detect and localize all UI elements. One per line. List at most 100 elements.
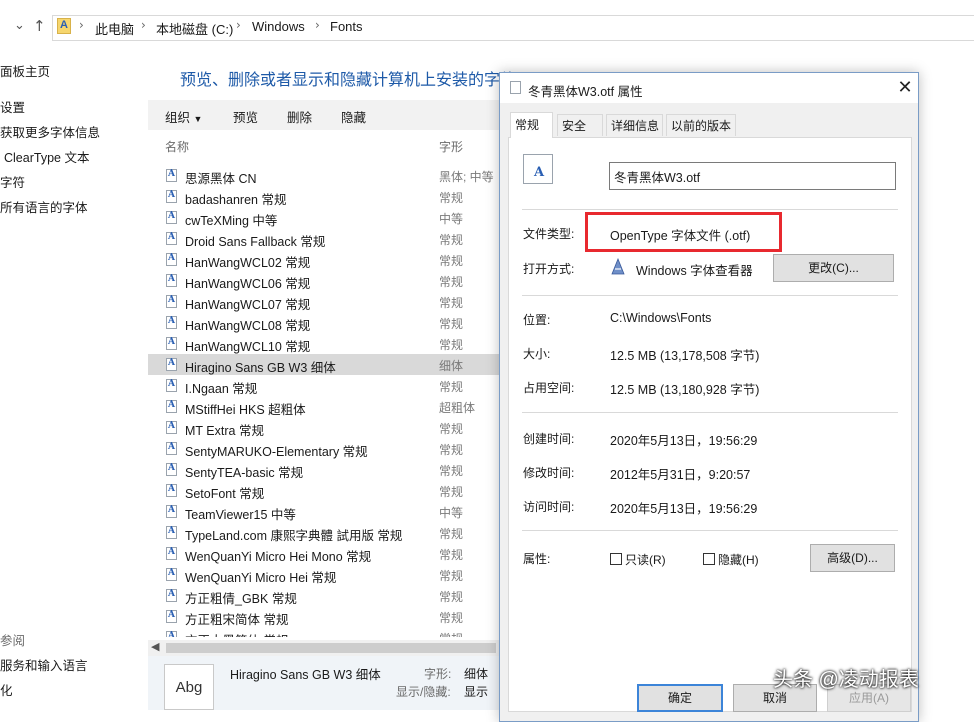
font-list-item[interactable]: WenQuanYi Micro Hei Mono 常规 常规: [160, 543, 500, 564]
font-list-item[interactable]: 方正粗宋简体 常规 常规: [160, 606, 500, 627]
font-list-item[interactable]: SentyTEA-basic 常规 常规: [160, 459, 500, 480]
font-file-icon: [166, 358, 177, 371]
font-name: 方正粗倩_GBK 常规: [185, 592, 297, 606]
font-file-icon: [166, 295, 177, 308]
hidden-checkbox[interactable]: [703, 553, 715, 565]
font-style: 黑体; 中等: [439, 170, 494, 184]
breadcrumb-windows[interactable]: Windows: [252, 19, 305, 34]
font-file-icon: [166, 337, 177, 350]
font-style: 常规: [439, 548, 464, 562]
font-name: Droid Sans Fallback 常规: [185, 235, 326, 249]
page-title: 预览、删除或者显示和隐藏计算机上安装的字体: [180, 72, 517, 89]
font-style: 常规: [439, 464, 464, 478]
font-name: WenQuanYi Micro Hei 常规: [185, 571, 337, 585]
font-name: I.Ngaan 常规: [185, 382, 258, 396]
tab-details[interactable]: 详细信息: [606, 114, 663, 136]
font-file-icon: [166, 232, 177, 245]
font-list-item[interactable]: HanWangWCL07 常规 常规: [160, 291, 500, 312]
font-list-item[interactable]: TeamViewer15 中等 中等: [160, 501, 500, 522]
font-list-item[interactable]: badashanren 常规 常规: [160, 186, 500, 207]
up-arrow-icon[interactable]: ↑: [33, 17, 46, 35]
font-name: 方正大黑简体 常规: [185, 630, 288, 637]
preview-button[interactable]: 预览: [233, 107, 258, 126]
font-list-item[interactable]: MT Extra 常规 常规: [160, 417, 500, 438]
open-with-label: 打开方式:: [523, 262, 575, 276]
fonts-folder-icon: A: [57, 18, 71, 34]
close-icon[interactable]: ✕: [894, 76, 916, 100]
hide-button[interactable]: 隐藏: [341, 107, 366, 126]
font-name: cwTeXMing 中等: [185, 214, 278, 228]
font-list-item[interactable]: 方正大黑简体 常规 常规: [160, 627, 500, 637]
font-list-item[interactable]: 方正粗倩_GBK 常规 常规: [160, 585, 500, 606]
breadcrumb-separator-icon: ›: [236, 18, 241, 32]
details-style-label: 字形:: [424, 667, 452, 681]
font-list-item[interactable]: SentyMARUKO-Elementary 常规 常规: [160, 438, 500, 459]
column-header-style[interactable]: 字形: [439, 138, 463, 155]
scrollbar-thumb[interactable]: [166, 643, 496, 653]
sidebar-item-text-services[interactable]: 服务和输入语言: [0, 655, 88, 674]
tab-previous-versions[interactable]: 以前的版本: [666, 114, 736, 136]
breadcrumb-local-disk[interactable]: 本地磁盘 (C:): [156, 19, 233, 38]
font-style: 常规: [439, 380, 464, 394]
organize-label: 组织: [165, 111, 191, 125]
font-name: TypeLand.com 康熙字典體 試用版 常规: [185, 529, 403, 543]
horizontal-scrollbar[interactable]: ◀: [148, 640, 500, 656]
advanced-button[interactable]: 高级(D)...: [810, 544, 895, 572]
font-file-icon: [166, 463, 177, 476]
font-list-item[interactable]: TypeLand.com 康熙字典體 試用版 常规 常规: [160, 522, 500, 543]
highlight-box: [585, 212, 782, 252]
delete-button[interactable]: 删除: [287, 107, 312, 126]
file-type-label: 文件类型:: [523, 227, 575, 241]
font-name: HanWangWCL10 常规: [185, 340, 311, 354]
change-button[interactable]: 更改(C)...: [773, 254, 894, 282]
details-visibility-label: 显示/隐藏:: [396, 685, 451, 699]
font-list-item[interactable]: WenQuanYi Micro Hei 常规 常规: [160, 564, 500, 585]
hidden-label[interactable]: 隐藏(H): [718, 551, 759, 568]
font-list-item[interactable]: 思源黑体 CN 黑体; 中等: [160, 165, 500, 186]
font-style: 中等: [439, 506, 464, 520]
readonly-checkbox[interactable]: [610, 553, 622, 565]
font-style: 常规: [439, 630, 463, 637]
font-list-item[interactable]: SetoFont 常规 常规: [160, 480, 500, 501]
font-list-item[interactable]: I.Ngaan 常规 常规: [160, 375, 500, 396]
font-list-item[interactable]: cwTeXMing 中等 中等: [160, 207, 500, 228]
sidebar-item-control-panel-home[interactable]: 面板主页: [0, 61, 50, 80]
column-header-name[interactable]: 名称: [165, 138, 189, 155]
font-list-item[interactable]: HanWangWCL08 常规 常规: [160, 312, 500, 333]
sidebar-item-characters[interactable]: 字符: [0, 172, 25, 191]
ok-button[interactable]: 确定: [637, 684, 723, 712]
breadcrumb-this-pc[interactable]: 此电脑: [95, 19, 134, 38]
dropdown-triangle-icon: ▼: [193, 114, 203, 124]
sidebar-item-all-language-fonts[interactable]: 所有语言的字体: [0, 197, 88, 216]
font-list-item[interactable]: HanWangWCL10 常规 常规: [160, 333, 500, 354]
created-label: 创建时间:: [523, 432, 575, 446]
font-file-icon: [166, 631, 177, 637]
chevron-down-icon[interactable]: ⌄: [14, 18, 25, 33]
file-name-field[interactable]: 冬青黑体W3.otf: [609, 162, 896, 190]
sidebar-item-cleartype[interactable]: ClearType 文本: [4, 147, 89, 166]
organize-button[interactable]: 组织 ▼: [165, 107, 202, 126]
sidebar-item-settings[interactable]: 设置: [0, 97, 25, 116]
dialog-title: 冬青黑体W3.otf 属性: [528, 85, 643, 99]
disk-size-value: 12.5 MB (13,180,928 字节): [610, 383, 760, 397]
breadcrumb-fonts[interactable]: Fonts: [330, 19, 363, 34]
sidebar-item-more-font-info[interactable]: 获取更多字体信息: [0, 122, 100, 141]
font-style: 常规: [439, 569, 464, 583]
font-file-icon: [166, 547, 177, 560]
font-list-item[interactable]: Hiragino Sans GB W3 细体 细体: [148, 354, 500, 375]
breadcrumb-separator-icon: ›: [315, 18, 320, 32]
font-list-item[interactable]: MStiffHei HKS 超粗体 超粗体: [160, 396, 500, 417]
font-name: Hiragino Sans GB W3 细体: [185, 361, 336, 375]
font-style: 细体: [439, 359, 464, 373]
tab-security[interactable]: 安全: [557, 114, 603, 136]
font-name: WenQuanYi Micro Hei Mono 常规: [185, 550, 372, 564]
readonly-label[interactable]: 只读(R): [625, 551, 666, 568]
font-name: badashanren 常规: [185, 193, 287, 207]
tab-general[interactable]: 常规: [510, 112, 553, 138]
font-style: 常规: [439, 296, 464, 310]
font-list-item[interactable]: HanWangWCL06 常规 常规: [160, 270, 500, 291]
sidebar-item-personalization[interactable]: 化: [0, 680, 13, 699]
font-list-item[interactable]: HanWangWCL02 常规 常规: [160, 249, 500, 270]
scroll-left-icon[interactable]: ◀: [151, 640, 159, 653]
font-list-item[interactable]: Droid Sans Fallback 常规 常规: [160, 228, 500, 249]
